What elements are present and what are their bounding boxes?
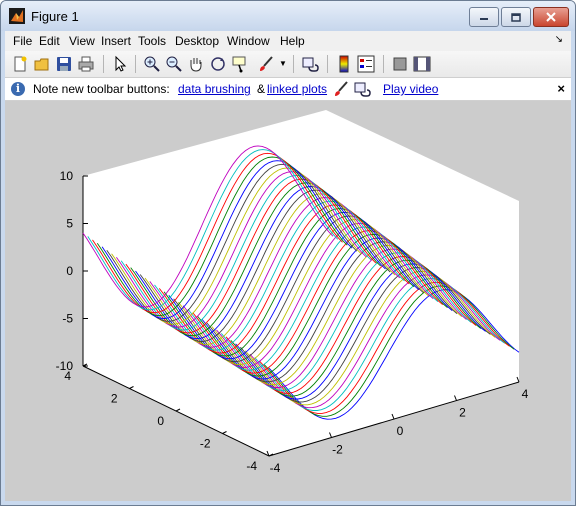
x-tick-label: 2 xyxy=(459,406,466,420)
y-tick-label: -4 xyxy=(246,459,257,473)
plot3-axes[interactable]: -10-50510-4-2024-4-2024 xyxy=(1,1,576,506)
y-tick-label: 2 xyxy=(111,392,118,406)
y-tick-label: 0 xyxy=(157,414,164,428)
x-tick-label: 4 xyxy=(522,387,529,401)
x-tick-label: -2 xyxy=(332,443,343,457)
y-tick-label: 4 xyxy=(64,369,71,383)
y-tick-label: -2 xyxy=(200,437,211,451)
z-tick-label: 0 xyxy=(66,264,73,278)
z-tick-label: -5 xyxy=(62,312,73,326)
z-tick-label: 10 xyxy=(60,169,74,183)
z-tick-label: 5 xyxy=(66,217,73,231)
figure-window: Figure 1 File Edit View Insert Tools Des… xyxy=(0,0,576,506)
figure-canvas[interactable]: -10 -5 0 5 10 -4 -2 0 2 4 -4 -2 0 2 4 xyxy=(5,101,571,501)
x-tick-label: 0 xyxy=(397,424,404,438)
x-tick-label: -4 xyxy=(270,461,281,475)
